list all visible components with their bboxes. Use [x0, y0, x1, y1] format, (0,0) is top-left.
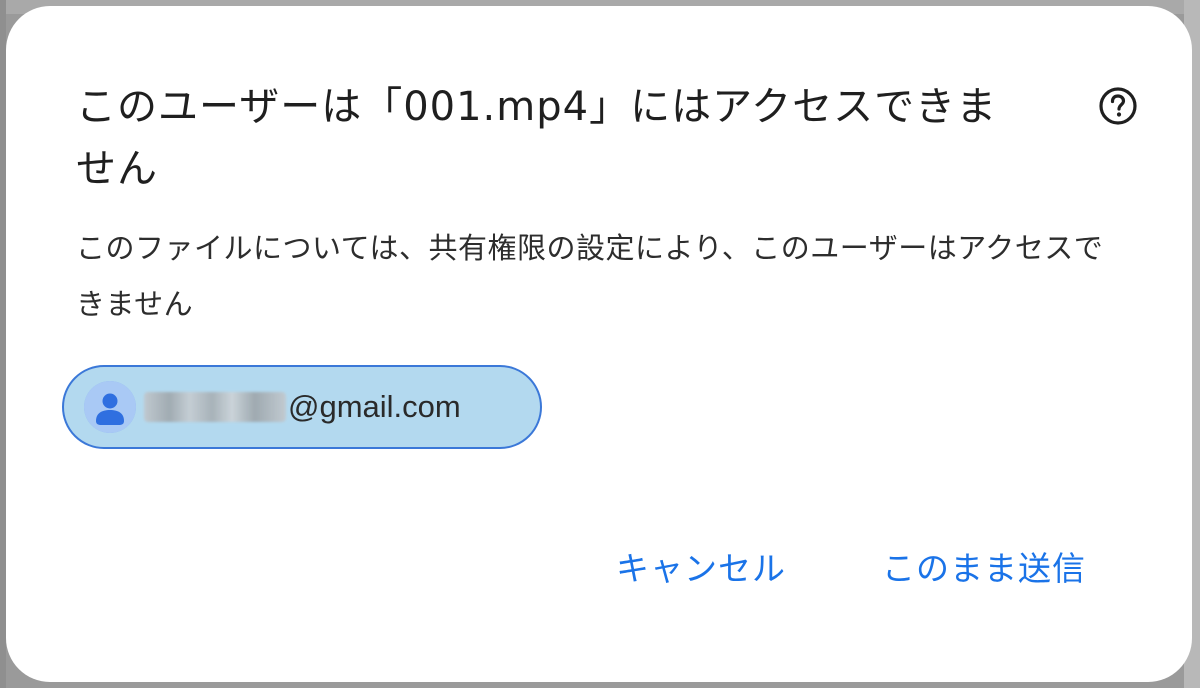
email-domain: @gmail.com: [288, 389, 461, 424]
help-circle-icon: [1098, 86, 1138, 130]
cancel-button[interactable]: キャンセル: [598, 542, 804, 590]
help-button[interactable]: [1096, 86, 1140, 130]
dialog-title: このユーザーは「001.mp4」にはアクセスできません: [76, 84, 998, 192]
recipient-email: @gmail.com: [144, 389, 461, 425]
recipient-chip[interactable]: @gmail.com: [62, 365, 542, 449]
person-icon: [84, 381, 136, 433]
dialog-actions: キャンセル このまま送信: [598, 538, 1104, 594]
access-warning-dialog: このユーザーは「001.mp4」にはアクセスできません このファイルについては、…: [6, 6, 1192, 682]
background-page: このユーザーは「001.mp4」にはアクセスできません このファイルについては、…: [0, 0, 1200, 688]
send-anyway-button[interactable]: このまま送信: [864, 542, 1104, 590]
dialog-description: このファイルについては、共有権限の設定により、このユーザーはアクセスできません: [76, 231, 1104, 321]
redacted-email-username: [144, 392, 286, 422]
